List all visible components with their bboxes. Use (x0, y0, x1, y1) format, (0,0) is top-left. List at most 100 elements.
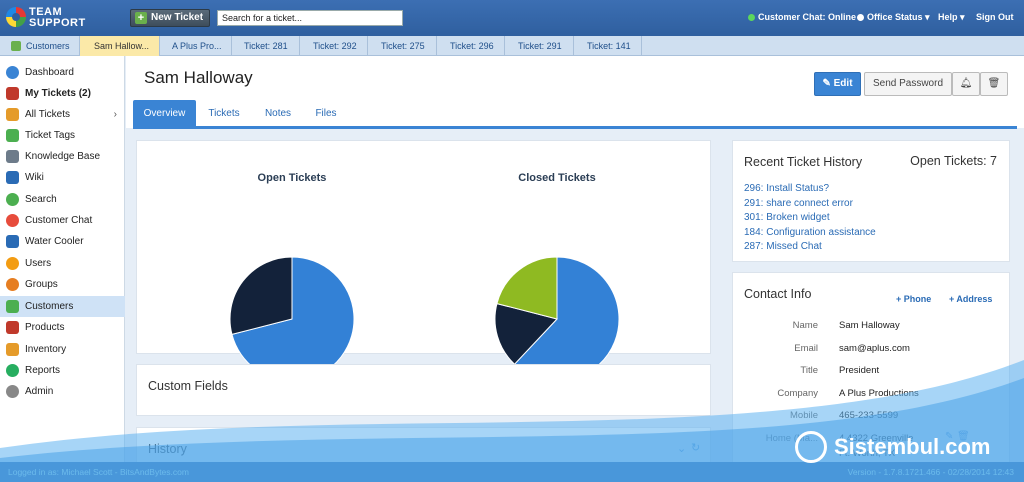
field-label-name: Name (792, 320, 818, 331)
field-label-mobile: Mobile (790, 410, 818, 421)
logo-mark-icon (6, 7, 26, 27)
edit-label: Edit (833, 78, 853, 89)
tab-ticket-291[interactable]: Ticket: 291 (505, 36, 574, 56)
sidebar-item-ticket-tags[interactable]: Ticket Tags (0, 125, 125, 146)
field-value-name: Sam Halloway (839, 320, 900, 331)
gear-icon (6, 385, 19, 398)
field-label-company: Company (777, 388, 818, 399)
sidebar-item-label: Inventory (25, 344, 67, 355)
tab-ticket-292[interactable]: Ticket: 292 (300, 36, 368, 56)
tab-ticket-296[interactable]: Ticket: 296 (437, 36, 505, 56)
sidebar-item-wiki[interactable]: Wiki (0, 167, 125, 188)
add-phone-button[interactable]: + Phone (896, 294, 931, 304)
sidebar-item-admin[interactable]: Admin (0, 381, 125, 402)
tab-ticket-281[interactable]: Ticket: 281 (232, 36, 300, 56)
recent-ticket-history-panel: Recent Ticket History Open Tickets: 7 29… (732, 140, 1010, 262)
knowledge-base-icon (6, 150, 19, 163)
field-label-email: Email (794, 343, 818, 354)
sidebar-item-reports[interactable]: Reports (0, 360, 125, 381)
main-content: Sam Halloway ✎ Edit Send Password 🔔︎ 🗑︎ … (126, 56, 1024, 468)
sidebar-item-water-cooler[interactable]: Water Cooler (0, 231, 125, 252)
app-logo[interactable]: TEAM SUPPORT (6, 5, 96, 31)
sidebar-item-search[interactable]: Search (0, 189, 125, 210)
sidebar-item-label: All Tickets (25, 109, 71, 120)
sign-out-link[interactable]: Sign Out (976, 12, 1014, 22)
sidebar-item-label: Customer Chat (25, 215, 93, 226)
tab-overview[interactable]: Overview (133, 100, 196, 128)
sidebar: Dashboard My Tickets (2) All Tickets › Ti… (0, 56, 125, 462)
customers-icon (6, 300, 19, 313)
tab-customers[interactable]: Customers (0, 36, 80, 56)
history-panel[interactable]: History ⌄ ↻ (136, 427, 711, 467)
chat-online-icon (748, 14, 755, 21)
refresh-icon[interactable]: ↻ (691, 441, 700, 454)
send-password-button[interactable]: Send Password (864, 72, 952, 96)
office-status-label: Office Status (867, 12, 923, 22)
sidebar-item-customer-chat[interactable]: Customer Chat (0, 210, 125, 231)
edit-button[interactable]: ✎ Edit (814, 72, 861, 96)
recent-ticket-link[interactable]: 296: Install Status? (744, 182, 876, 197)
sidebar-item-my-tickets[interactable]: My Tickets (2) (0, 83, 125, 104)
tab-notes[interactable]: Notes (254, 100, 302, 128)
tab-tickets[interactable]: Tickets (200, 100, 248, 128)
users-icon (6, 257, 19, 270)
field-value-title: President (839, 365, 880, 376)
page-title: Sam Halloway (144, 68, 253, 87)
sidebar-item-label: Reports (25, 365, 61, 376)
sidebar-item-dashboard[interactable]: Dashboard (0, 62, 125, 83)
sidebar-item-label: Groups (25, 279, 58, 290)
add-address-button[interactable]: + Address (949, 294, 992, 304)
bell-icon: 🔔︎ (959, 78, 973, 89)
office-status-menu[interactable]: Office Status ▾ (857, 12, 930, 23)
customers-icon (11, 41, 21, 51)
sidebar-item-groups[interactable]: Groups (0, 274, 125, 295)
sidebar-item-products[interactable]: Products (0, 317, 125, 338)
chat-status-label: Customer Chat: Online (758, 12, 857, 22)
trash-icon: 🗑︎ (987, 78, 1001, 89)
recent-history-title: Recent Ticket History (744, 155, 863, 169)
sidebar-item-inventory[interactable]: Inventory (0, 339, 125, 360)
help-menu[interactable]: Help ▾ (938, 12, 965, 23)
sidebar-item-users[interactable]: Users (0, 253, 125, 274)
chevron-down-icon[interactable]: ⌄ (677, 442, 686, 455)
new-ticket-button[interactable]: + New Ticket (130, 9, 210, 27)
field-label-title: Title (800, 365, 818, 376)
chevron-right-icon: › (113, 109, 117, 120)
sidebar-item-customers[interactable]: Customers (0, 296, 125, 317)
sidebar-item-label: Products (25, 322, 65, 333)
custom-fields-panel[interactable]: Custom Fields (136, 364, 711, 416)
notify-button[interactable]: 🔔︎ (952, 72, 980, 96)
sidebar-item-label: Wiki (25, 172, 44, 183)
delete-button[interactable]: 🗑︎ (980, 72, 1008, 96)
groups-icon (6, 278, 19, 291)
tag-icon (6, 129, 19, 142)
recent-ticket-link[interactable]: 184: Configuration assistance (744, 226, 876, 241)
tab-files[interactable]: Files (306, 100, 346, 128)
recent-ticket-link[interactable]: 301: Broken widget (744, 211, 876, 226)
plus-icon: + (135, 12, 147, 24)
customer-chat-status[interactable]: Customer Chat: Online (748, 12, 856, 22)
sidebar-item-label: Customers (25, 301, 74, 312)
field-value-email[interactable]: sam@aplus.com (839, 343, 910, 354)
ticket-charts-panel: Open Tickets Closed Tickets (136, 140, 711, 382)
history-title: History (148, 442, 187, 456)
tab-ticket-275[interactable]: Ticket: 275 (368, 36, 437, 56)
sidebar-item-label: Water Cooler (25, 236, 84, 247)
tab-a-plus-productions[interactable]: A Plus Pro... (160, 36, 232, 56)
tab-sam-halloway[interactable]: Sam Hallow... (80, 36, 160, 56)
wiki-icon (6, 171, 19, 184)
recent-ticket-link[interactable]: 291: share connect error (744, 197, 876, 212)
chat-icon (6, 214, 19, 227)
sidebar-item-label: My Tickets (2) (25, 88, 91, 99)
recent-ticket-link[interactable]: 287: Missed Chat (744, 240, 876, 255)
open-tickets-chart-title: Open Tickets (257, 172, 327, 184)
ticket-search-input[interactable]: Search for a ticket... (217, 10, 403, 26)
tab-ticket-141[interactable]: Ticket: 141 (574, 36, 642, 56)
contact-info-title: Contact Info (744, 287, 812, 301)
sidebar-item-knowledge-base[interactable]: Knowledge Base (0, 146, 125, 167)
sidebar-item-all-tickets[interactable]: All Tickets › (0, 104, 125, 125)
my-tickets-icon (6, 87, 19, 100)
field-value-company[interactable]: A Plus Productions (839, 388, 919, 399)
office-icon (857, 14, 864, 21)
logo-text-line2: SUPPORT (29, 17, 86, 29)
